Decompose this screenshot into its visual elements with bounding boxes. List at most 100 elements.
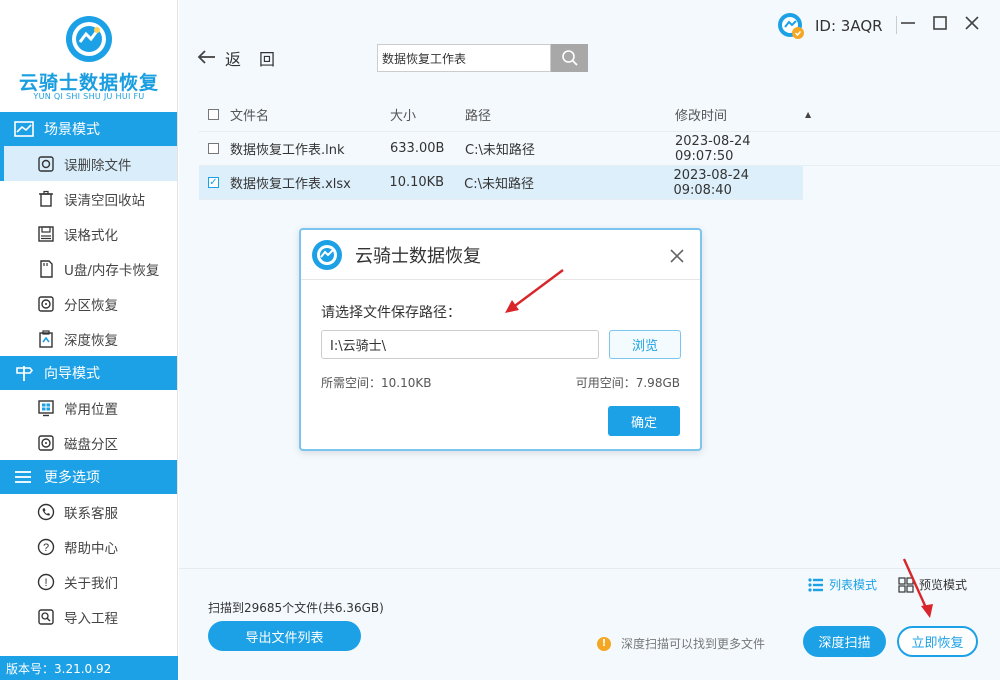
save-path-dialog: 云骑士数据恢复 请选择文件保存路径： I:\云骑士\ 浏览 所需空间：10.10… — [299, 228, 702, 451]
divider — [179, 568, 1000, 569]
sidebar-item-common-location[interactable]: 常用位置 — [0, 390, 177, 425]
logo-icon — [66, 16, 112, 62]
required-space: 所需空间：10.10KB — [321, 376, 432, 390]
import-icon — [36, 607, 56, 627]
file-path: C:\未知路径 — [464, 177, 535, 192]
col-header-size[interactable]: 大小 — [390, 105, 465, 124]
version-label: 版本号：3.21.0.92 — [0, 656, 178, 680]
help-icon: ? — [36, 537, 56, 557]
dialog-title: 云骑士数据恢复 — [355, 245, 481, 267]
sort-up-icon[interactable]: ▲ — [805, 110, 811, 119]
search-button[interactable] — [551, 44, 588, 72]
user-avatar-icon — [778, 13, 804, 39]
svg-text:?: ? — [43, 542, 49, 554]
save-path-prompt: 请选择文件保存路径： — [321, 305, 461, 321]
file-size: 633.00B — [390, 141, 445, 156]
recover-now-button[interactable]: 立即恢复 — [897, 626, 978, 657]
sidebar-item-help-center[interactable]: ? 帮助中心 — [0, 529, 177, 564]
row-checkbox[interactable] — [208, 143, 219, 154]
info-icon: ! — [36, 572, 56, 592]
save-path-input[interactable]: I:\云骑士\ — [321, 330, 599, 359]
sidebar: 云骑士数据恢复 YUN QI SHI SHU JU HUI FU 场景模式 误删… — [0, 0, 178, 680]
sidebar-item-disk-partition[interactable]: 磁盘分区 — [0, 425, 177, 460]
section-label: 场景模式 — [44, 122, 100, 138]
search-input[interactable]: 数据恢复工作表 — [377, 44, 551, 72]
sidebar-item-label: 帮助中心 — [64, 540, 118, 557]
phone-icon — [36, 502, 56, 522]
list-view-icon — [808, 577, 823, 592]
export-file-list-button[interactable]: 导出文件列表 — [208, 621, 361, 651]
sidebar-item-about-us[interactable]: ! 关于我们 — [0, 564, 177, 599]
browse-button[interactable]: 浏览 — [609, 330, 681, 359]
close-icon[interactable] — [963, 14, 981, 32]
sidebar-item-contact-support[interactable]: 联系客服 — [0, 494, 177, 529]
table-row[interactable]: ✓ 数据恢复工作表.xlsx 10.10KB C:\未知路径 2023-08-2… — [199, 166, 803, 200]
sidebar-item-usb-sd[interactable]: U盘/内存卡恢复 — [0, 251, 177, 286]
title-bar: ID: 3AQR — [179, 0, 1000, 50]
sidebar-item-label: 常用位置 — [64, 401, 118, 418]
signpost-icon — [14, 364, 36, 382]
windows-icon — [36, 398, 56, 418]
sidebar-item-label: 分区恢复 — [64, 297, 118, 314]
table-row[interactable]: 数据恢复工作表.lnk 633.00B C:\未知路径 2023-08-24 0… — [199, 132, 1000, 166]
partition-icon — [36, 294, 56, 314]
back-button[interactable]: 返回 — [197, 46, 293, 70]
dialog-close-icon[interactable] — [670, 244, 684, 268]
chart-icon — [14, 121, 36, 137]
deep-scan-button[interactable]: 深度扫描 — [803, 626, 886, 657]
confirm-button[interactable]: 确定 — [608, 406, 680, 436]
user-id: ID: 3AQR — [815, 17, 883, 35]
section-label: 更多选项 — [44, 470, 100, 486]
sidebar-item-label: U盘/内存卡恢复 — [64, 262, 160, 279]
available-space: 可用空间：7.98GB — [575, 376, 680, 390]
disk-icon — [36, 433, 56, 453]
preview-mode-label: 预览模式 — [919, 578, 968, 592]
sidebar-item-partition[interactable]: 分区恢复 — [0, 286, 177, 321]
row-checkbox[interactable]: ✓ — [208, 177, 219, 188]
sidebar-item-deleted-files[interactable]: 误删除文件 — [0, 146, 177, 181]
format-disk-icon — [36, 224, 56, 244]
file-restore-icon — [36, 154, 56, 174]
section-wizard-mode: 向导模式 — [0, 356, 177, 390]
table-header: 文件名 大小 路径 修改时间 ▲ — [199, 98, 1000, 132]
sidebar-item-recycle-bin[interactable]: 误清空回收站 — [0, 181, 177, 216]
section-more-options: 更多选项 — [0, 460, 177, 494]
section-scene-mode: 场景模式 — [0, 112, 177, 146]
dialog-header: 云骑士数据恢复 — [301, 230, 700, 280]
maximize-icon[interactable] — [931, 14, 949, 32]
preview-mode-toggle[interactable]: 预览模式 — [898, 576, 967, 593]
hint-text: 深度扫描可以找到更多文件 — [621, 637, 766, 651]
sd-card-icon — [36, 259, 56, 279]
divider — [896, 16, 897, 34]
list-mode-label: 列表模式 — [829, 578, 878, 592]
app-logo: 云骑士数据恢复 YUN QI SHI SHU JU HUI FU — [0, 0, 177, 112]
sidebar-item-label: 导入工程 — [64, 610, 118, 627]
col-header-time[interactable]: 修改时间 — [675, 105, 805, 124]
user-id-area[interactable]: ID: 3AQR — [777, 12, 883, 40]
sidebar-item-import-project[interactable]: 导入工程 — [0, 599, 177, 634]
file-time: 2023-08-24 09:07:50 — [675, 133, 751, 164]
app-name-pinyin: YUN QI SHI SHU JU HUI FU — [33, 92, 145, 101]
sidebar-item-deep-recover[interactable]: 深度恢复 — [0, 321, 177, 356]
file-name: 数据恢复工作表.xlsx — [229, 177, 351, 192]
col-header-path[interactable]: 路径 — [465, 105, 675, 124]
sidebar-item-label: 联系客服 — [64, 505, 118, 522]
arrow-left-icon — [197, 46, 217, 70]
sidebar-item-label: 磁盘分区 — [64, 436, 118, 453]
file-size: 10.10KB — [389, 175, 445, 190]
grid-view-icon — [898, 576, 914, 593]
file-time: 2023-08-24 09:08:40 — [673, 167, 750, 198]
list-mode-toggle[interactable]: 列表模式 — [808, 576, 877, 593]
recycle-bin-icon — [36, 189, 56, 209]
section-label: 向导模式 — [44, 366, 100, 382]
select-all-checkbox[interactable] — [208, 109, 219, 120]
minimize-icon[interactable] — [899, 14, 917, 32]
sidebar-item-label: 误删除文件 — [64, 157, 132, 174]
file-name: 数据恢复工作表.lnk — [230, 143, 345, 158]
main-panel: ID: 3AQR 返回 数据恢复工作表 文件名 大小 路径 修改时间 ▲ 数据恢… — [179, 0, 1000, 680]
sidebar-item-label: 深度恢复 — [64, 332, 118, 349]
sidebar-item-format[interactable]: 误格式化 — [0, 216, 177, 251]
deep-scan-hint: ! 深度扫描可以找到更多文件 — [597, 635, 765, 652]
col-header-name[interactable]: 文件名 — [230, 105, 390, 124]
menu-icon — [14, 470, 36, 484]
